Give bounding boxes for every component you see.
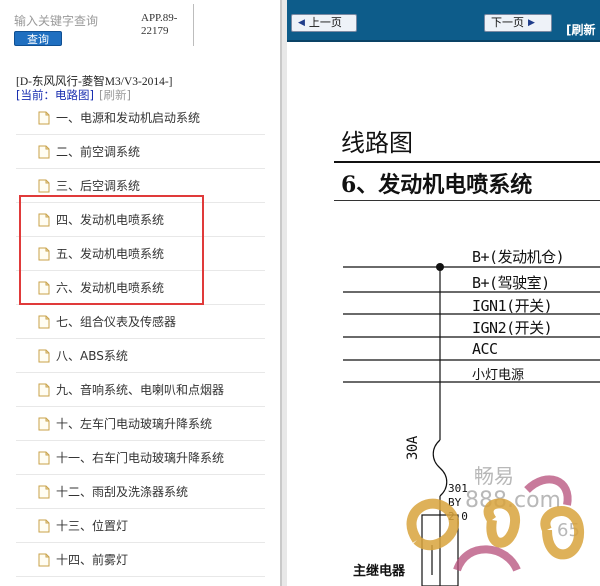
bus-label: IGN2(开关) <box>472 319 553 337</box>
toc-item[interactable]: 十四、前雾灯 <box>16 543 265 577</box>
toc-item-label: 十一、右车门电动玻璃升降系统 <box>56 451 225 465</box>
document-icon <box>38 111 50 124</box>
toc-item[interactable]: 三、后空调系统 <box>16 169 265 203</box>
left-panel: 查询 APP.89- 22179 [D-东风风行-菱智M3/V3-2014-] … <box>0 0 280 586</box>
toc-item[interactable]: 十、左车门电动玻璃升降系统 <box>16 407 265 441</box>
document-icon <box>38 247 50 260</box>
bus-label: B+(驾驶室) <box>472 274 550 292</box>
bus-label: B+(发动机仓) <box>472 248 565 266</box>
toc-item-label: 十三、位置灯 <box>56 519 129 533</box>
bus-label: 小灯电源 <box>472 368 525 383</box>
document-icon <box>38 179 50 192</box>
document-icon <box>38 383 50 396</box>
toc-item-label: 五、发动机电喷系统 <box>56 247 165 261</box>
fuse-rating: 30A <box>405 436 421 460</box>
search-button[interactable]: 查询 <box>14 31 62 46</box>
search-input[interactable] <box>14 11 106 31</box>
diagram-viewer: ◀ 上一页 下一页 ▶ [刷新 线路图 6、发动机电喷系统 B+(发动机仓) B… <box>287 0 600 586</box>
toc-item-label: 二、前空调系统 <box>56 145 141 159</box>
toc-item-label: 八、ABS系统 <box>56 349 128 363</box>
toc-item[interactable]: 八、ABS系统 <box>16 339 265 373</box>
header-divider <box>193 4 194 46</box>
bus-label: IGN1(开关) <box>472 297 553 315</box>
toc-item-label: 一、电源和发动机启动系统 <box>56 111 201 125</box>
document-icon <box>38 485 50 498</box>
document-icon <box>38 213 50 226</box>
toc-item[interactable]: 一、电源和发动机启动系统 <box>16 101 265 135</box>
document-icon <box>38 315 50 328</box>
toc-list: 一、电源和发动机启动系统 二、前空调系统 三、后空调系统 四、发动机电喷系统 五… <box>16 101 265 577</box>
document-icon <box>38 281 50 294</box>
toc-item[interactable]: 七、组合仪表及传感器 <box>16 305 265 339</box>
toc-item[interactable]: 十三、位置灯 <box>16 509 265 543</box>
current-label[interactable]: [当前：电路图] <box>16 88 94 102</box>
toc-item[interactable]: 十二、雨刮及洗涤器系统 <box>16 475 265 509</box>
refresh-link[interactable]: [刷新] <box>99 88 131 102</box>
toc-item-label: 七、组合仪表及传感器 <box>56 315 177 329</box>
toc-item[interactable]: 十一、右车门电动玻璃升降系统 <box>16 441 265 475</box>
toc-item[interactable]: 六、发动机电喷系统 <box>16 271 265 305</box>
toc-item[interactable]: 四、发动机电喷系统 <box>16 203 265 237</box>
toc-item-label: 九、音响系统、电喇叭和点烟器 <box>56 383 225 397</box>
app-code: APP.89- 22179 <box>141 12 178 37</box>
document-icon <box>38 145 50 158</box>
toc-item-label: 六、发动机电喷系统 <box>56 281 165 295</box>
document-icon <box>38 451 50 464</box>
document-icon <box>38 553 50 566</box>
toc-item-label: 四、发动机电喷系统 <box>56 213 165 227</box>
toc-item[interactable]: 二、前空调系统 <box>16 135 265 169</box>
toc-item-label: 十四、前雾灯 <box>56 553 129 567</box>
document-icon <box>38 349 50 362</box>
bus-label: ACC <box>472 340 498 358</box>
document-icon <box>38 417 50 430</box>
toc-item[interactable]: 五、发动机电喷系统 <box>16 237 265 271</box>
toc-item[interactable]: 九、音响系统、电喇叭和点烟器 <box>16 373 265 407</box>
watermark-logo-icon <box>406 475 584 572</box>
document-icon <box>38 519 50 532</box>
toc-item-label: 十、左车门电动玻璃升降系统 <box>56 417 213 431</box>
toc-item-label: 三、后空调系统 <box>56 179 141 193</box>
toc-item-label: 十二、雨刮及洗涤器系统 <box>56 485 189 499</box>
junction-dot <box>436 263 444 271</box>
